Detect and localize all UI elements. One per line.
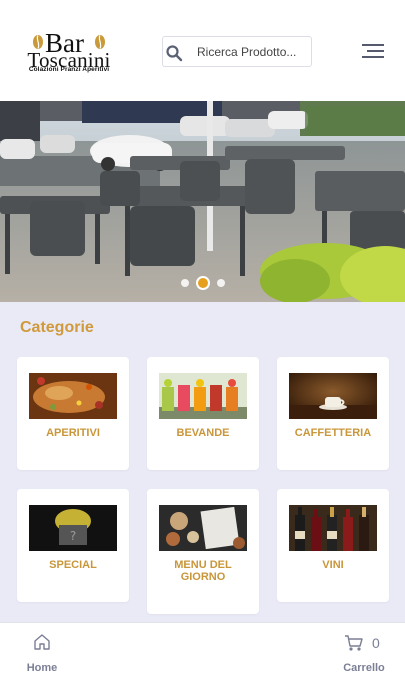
home-icon[interactable] <box>33 633 51 651</box>
hero-image <box>0 101 405 302</box>
cart-count: 0 <box>372 635 380 651</box>
category-label: CAFFETTERIA <box>294 427 372 439</box>
hamburger-menu-icon[interactable] <box>362 42 386 60</box>
category-label: MENU DEL GIORNO <box>174 559 232 583</box>
nav-home[interactable]: Home <box>20 631 64 677</box>
nav-cart[interactable]: 0 Carrello <box>336 631 392 677</box>
app-header: Bar Toscanini Colazioni Pranzi Aperitivi <box>0 0 405 101</box>
logo[interactable]: Bar Toscanini Colazioni Pranzi Aperitivi <box>15 30 123 74</box>
category-label: SPECIAL <box>49 559 97 571</box>
category-card-vini[interactable]: VINI <box>277 489 389 602</box>
category-card-special[interactable]: ? SPECIAL <box>17 489 129 602</box>
category-label: APERITIVI <box>46 427 100 439</box>
category-image <box>159 505 247 551</box>
category-label: VINI <box>322 559 344 571</box>
carousel-dot[interactable] <box>217 279 225 287</box>
search-icon[interactable] <box>165 44 183 62</box>
carousel-indicators <box>178 276 228 290</box>
category-image: ? <box>29 505 117 551</box>
nav-home-label: Home <box>26 662 58 674</box>
carousel-dot[interactable] <box>181 279 189 287</box>
svg-text:?: ? <box>70 529 76 543</box>
hero-carousel[interactable] <box>0 101 405 302</box>
cart-icon[interactable] <box>344 634 364 652</box>
category-card-aperitivi[interactable]: APERITIVI <box>17 357 129 470</box>
category-label: BEVANDE <box>176 427 230 439</box>
category-card-bevande[interactable]: BEVANDE <box>147 357 259 470</box>
category-card-caffetteria[interactable]: CAFFETTERIA <box>277 357 389 470</box>
category-image <box>159 373 247 419</box>
search-box[interactable] <box>162 36 312 67</box>
category-image <box>289 505 377 551</box>
carousel-dot-active[interactable] <box>196 276 210 290</box>
search-input[interactable] <box>197 42 309 62</box>
category-card-menu-del-giorno[interactable]: MENU DEL GIORNO <box>147 489 259 614</box>
logo-tagline: Colazioni Pranzi Aperitivi <box>28 66 110 73</box>
category-image <box>29 373 117 419</box>
nav-cart-label: Carrello <box>343 662 385 674</box>
category-image <box>289 373 377 419</box>
bottom-navigation: Home 0 Carrello <box>0 622 405 683</box>
categories-title: Categorie <box>20 319 94 336</box>
